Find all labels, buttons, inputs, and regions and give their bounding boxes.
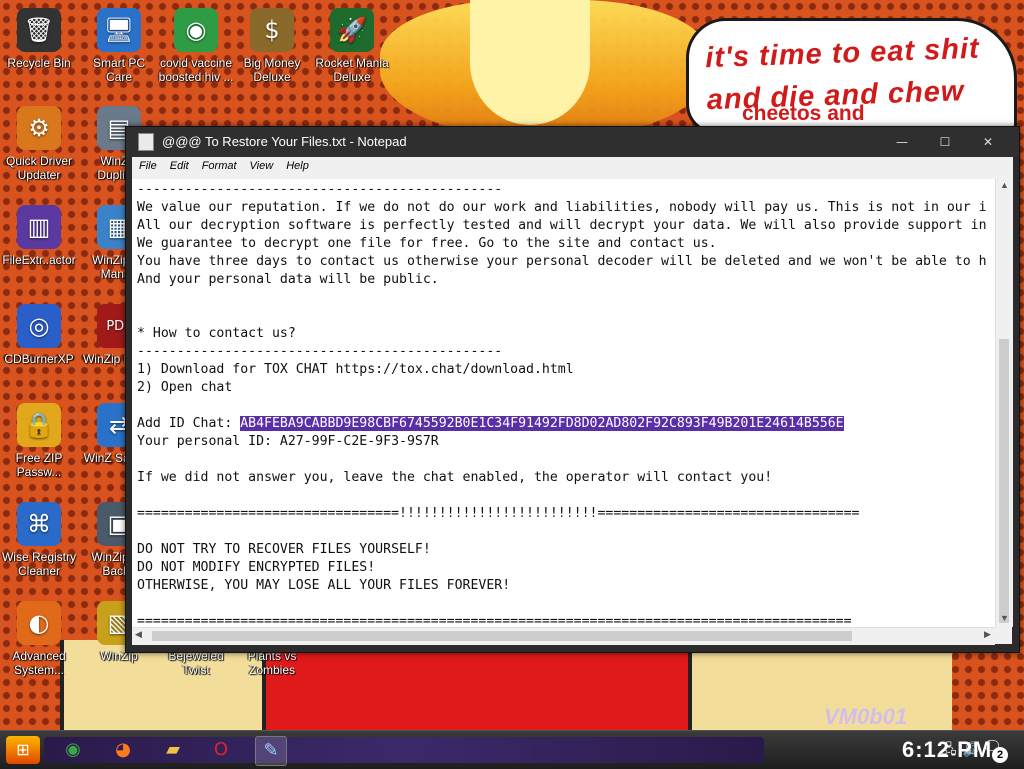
desktop-icon[interactable]: ⚙ Quick Driver Updater xyxy=(0,106,78,182)
notification-count: 2 xyxy=(992,747,1008,763)
note-line: We value our reputation. If we do not do… xyxy=(137,200,987,215)
note-line: Your personal ID: A27-99F-C2E-9F3-9S7R xyxy=(137,434,439,449)
rocket-icon: 🚀 xyxy=(330,8,374,52)
start-button[interactable]: ⊞ xyxy=(6,736,40,764)
desktop-icon-label: FileExtr..actor xyxy=(2,253,76,267)
desktop-icon-label: Advanced System... xyxy=(12,649,66,677)
driver-updater-icon: ⚙ xyxy=(17,106,61,150)
desktop-icon[interactable]: ◐ Advanced System... xyxy=(0,601,78,677)
desktop-icon-label: Big Money Deluxe xyxy=(243,56,301,84)
desktop-icon-label: CDBurnerXP xyxy=(4,352,74,366)
taskbar-notepad-icon[interactable]: ✎ xyxy=(255,736,287,766)
scroll-up-arrow-icon[interactable]: ▲ xyxy=(996,180,1013,190)
desktop-icon-label: Plants vs Zombies xyxy=(247,649,297,677)
notepad-text-area[interactable]: ----------------------------------------… xyxy=(132,179,995,627)
desktop-icon[interactable]: 🖥 Smart PC Care xyxy=(80,8,158,84)
taskbar-clock[interactable]: 6:12 PM xyxy=(902,737,992,763)
notepad-menu-bar: File Edit Format View Help xyxy=(132,157,1013,179)
menu-format[interactable]: Format xyxy=(195,157,243,172)
desktop-icon-label: covid vaccine boosted hiv ... xyxy=(158,56,234,84)
money-bag-icon: $ xyxy=(250,8,294,52)
wallpaper-shape-red xyxy=(262,650,700,730)
taskbar-opera-icon[interactable]: O xyxy=(206,736,236,764)
scroll-left-arrow-icon[interactable]: ◀ xyxy=(135,629,142,640)
note-line: ----------------------------------------… xyxy=(137,182,503,197)
note-line: And your personal data will be public. xyxy=(137,272,439,287)
registry-cleaner-icon: ⌘ xyxy=(17,502,61,546)
taskbar-chrome-icon[interactable]: ◉ xyxy=(58,736,88,764)
desktop-icon[interactable]: 🔒 Free ZIP Passw... xyxy=(0,403,78,479)
note-text: ----------------------------------------… xyxy=(132,179,995,627)
note-line: DO NOT TRY TO RECOVER FILES YOURSELF! xyxy=(137,542,431,557)
note-line: If we did not answer you, leave the chat… xyxy=(137,470,773,485)
chat-id-label: Add ID Chat: xyxy=(137,416,241,431)
bubble-line-3: cheetos and xyxy=(742,102,865,125)
wallpaper-flame-core xyxy=(470,0,590,125)
minimize-button[interactable]: — xyxy=(883,131,921,153)
desktop-icon-label: Wise Registry Cleaner xyxy=(1,550,76,578)
note-line: 1) Download for TOX CHAT https://tox.cha… xyxy=(137,362,574,377)
note-line: OTHERWISE, YOU MAY LOSE ALL YOUR FILES F… xyxy=(137,578,511,593)
wallpaper-watermark: VM0b01 xyxy=(824,704,908,729)
note-line: * How to contact us? xyxy=(137,326,296,341)
menu-view[interactable]: View xyxy=(243,157,280,172)
recycle-bin-icon: 🗑 xyxy=(17,8,61,52)
note-line: 2) Open chat xyxy=(137,380,233,395)
file-extractor-icon: ▥ xyxy=(17,205,61,249)
desktop-icon-label: Rocket Mania Deluxe xyxy=(315,56,389,84)
cdburner-icon: ◎ xyxy=(17,304,61,348)
desktop-icon[interactable]: ▥ FileExtr..actor xyxy=(0,205,78,267)
desktop-icon[interactable]: ◎ CDBurnerXP xyxy=(0,304,78,366)
chat-id-selected[interactable]: AB4FEBA9CABBD9E98CBF6745592B0E1C34F91492… xyxy=(240,416,844,431)
desktop-icon[interactable]: ⌘ Wise Registry Cleaner xyxy=(0,502,78,578)
scrollbar-corner xyxy=(995,627,1012,644)
menu-edit[interactable]: Edit xyxy=(163,157,195,172)
zip-password-icon: 🔒 xyxy=(17,403,61,447)
scroll-down-arrow-icon[interactable]: ▼ xyxy=(996,613,1013,623)
menu-help[interactable]: Help xyxy=(279,157,315,172)
desktop-icon-label: Free ZIP Passw... xyxy=(15,451,63,479)
note-line: All our decryption software is perfectly… xyxy=(137,218,987,233)
taskbar: ⊞ ◉ ◕ ▰ O ✎ 🖧 🔊 6:12 PM 🗨 2 xyxy=(0,730,1024,769)
smart-pc-care-icon: 🖥 xyxy=(97,8,141,52)
horizontal-scroll-thumb[interactable] xyxy=(152,631,852,641)
taskbar-band xyxy=(44,737,764,763)
close-button[interactable]: ✕ xyxy=(969,131,1007,153)
desktop-icon[interactable]: 🚀 Rocket Mania Deluxe xyxy=(313,8,391,84)
maximize-button[interactable]: ☐ xyxy=(926,131,964,153)
desktop-icon-label: Smart PC Care xyxy=(92,56,145,84)
desktop-icon[interactable]: $ Big Money Deluxe xyxy=(233,8,311,84)
note-line: DO NOT MODIFY ENCRYPTED FILES! xyxy=(137,560,376,575)
desktop-icon-label: Recycle Bin xyxy=(7,56,71,70)
notepad-title: @@@ To Restore Your Files.txt - Notepad xyxy=(162,134,407,149)
horizontal-scrollbar[interactable]: ◀ ▶ xyxy=(132,627,995,645)
notepad-window[interactable]: @@@ To Restore Your Files.txt - Notepad … xyxy=(125,126,1020,653)
desktop-icon[interactable]: 🗑 Recycle Bin xyxy=(0,8,78,70)
chrome-icon: ◉ xyxy=(174,8,218,52)
desktop-icon-label: Quick Driver Updater xyxy=(5,154,72,182)
notepad-title-bar[interactable]: @@@ To Restore Your Files.txt - Notepad … xyxy=(126,127,1019,157)
wallpaper-shape-right xyxy=(688,640,952,730)
notification-center-icon[interactable]: 🗨 2 xyxy=(982,737,1010,763)
note-line: You have three days to contact us otherw… xyxy=(137,254,987,269)
advanced-system-care-icon: ◐ xyxy=(17,601,61,645)
note-line: We guarantee to decrypt one file for fre… xyxy=(137,236,717,251)
note-line: ========================================… xyxy=(137,614,852,627)
notepad-app-icon xyxy=(138,133,154,151)
desktop-icon[interactable]: ◉ covid vaccine boosted hiv ... xyxy=(157,8,235,84)
vertical-scroll-thumb[interactable] xyxy=(999,339,1009,623)
taskbar-file-explorer-icon[interactable]: ▰ xyxy=(158,736,188,764)
note-line: ----------------------------------------… xyxy=(137,344,503,359)
menu-file[interactable]: File xyxy=(132,157,163,172)
scroll-right-arrow-icon[interactable]: ▶ xyxy=(984,629,991,640)
taskbar-firefox-icon[interactable]: ◕ xyxy=(108,736,138,764)
desktop-icon-label: Bejeweled Twist xyxy=(168,649,224,677)
vertical-scrollbar[interactable]: ▲ ▼ xyxy=(995,179,1013,627)
note-line: =================================!!!!!!!… xyxy=(137,506,860,521)
